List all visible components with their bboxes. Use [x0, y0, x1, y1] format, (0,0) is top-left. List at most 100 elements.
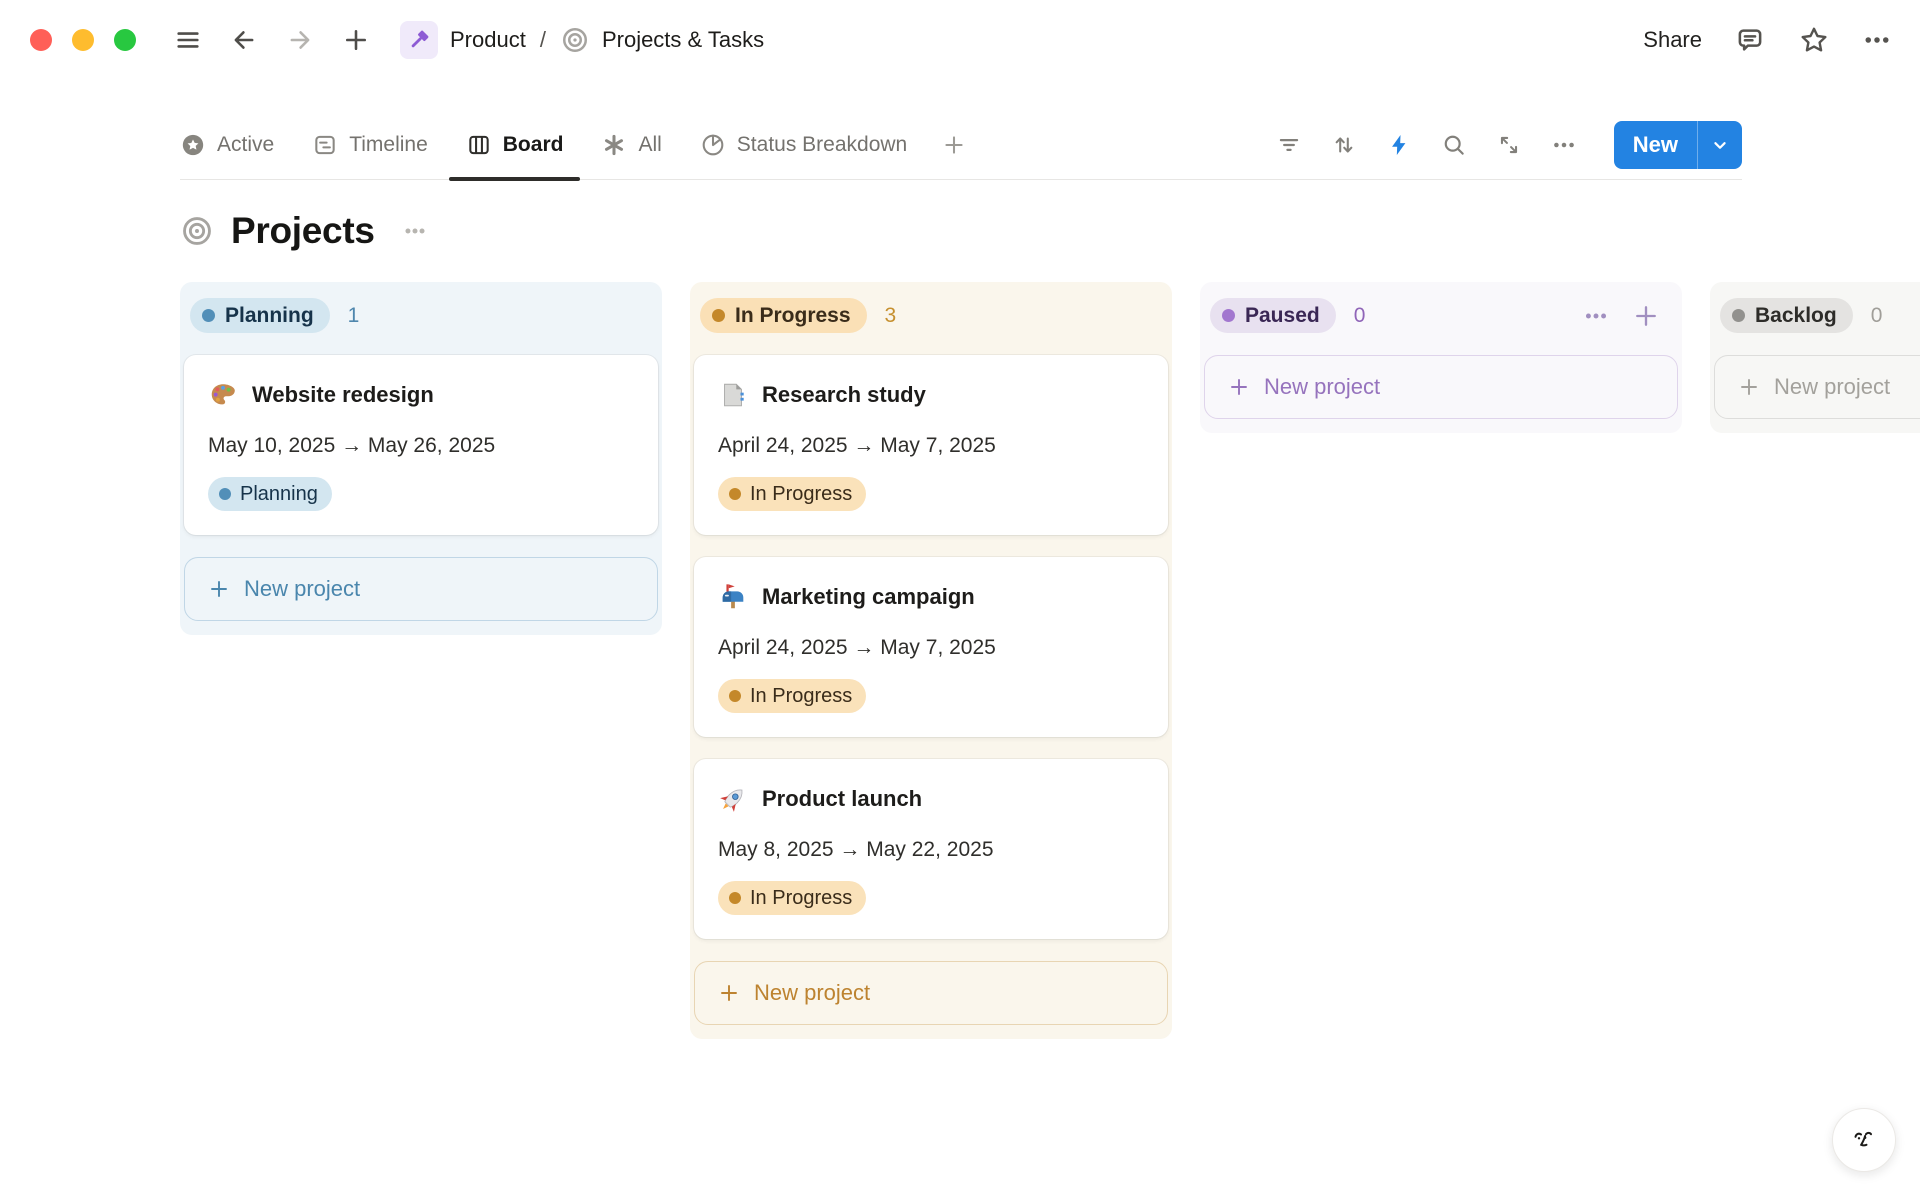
card-status-tag: Planning [208, 477, 332, 511]
column-header: Paused 0 [1210, 298, 1672, 333]
sidebar-menu-icon[interactable] [174, 26, 202, 54]
tab-board[interactable]: Board [466, 110, 564, 179]
column-planning: Planning 1 Website redesign May 10, 2025… [180, 282, 662, 635]
status-pill-backlog[interactable]: Backlog [1720, 298, 1853, 333]
column-name: Backlog [1755, 304, 1837, 328]
favorite-star-icon[interactable] [1798, 24, 1830, 56]
palette-icon [208, 380, 238, 410]
ai-face-icon [1847, 1123, 1881, 1157]
rocket-icon [718, 784, 748, 814]
new-project-button-backlog[interactable]: New project [1714, 355, 1920, 419]
filter-icon[interactable] [1276, 132, 1302, 158]
column-backlog: Backlog 0 New project [1710, 282, 1920, 433]
card-status-tag: In Progress [718, 881, 866, 915]
column-name: Paused [1245, 304, 1320, 328]
more-options-icon[interactable] [1862, 25, 1892, 55]
column-in-progress: In Progress 3 Research study April 24, 2… [690, 282, 1172, 1039]
column-more-icon[interactable] [1582, 302, 1610, 330]
tab-timeline-label: Timeline [349, 133, 428, 157]
project-card-product-launch[interactable]: Product launch May 8, 2025 → May 22, 202… [694, 759, 1168, 939]
column-header: Backlog 0 [1720, 298, 1920, 333]
status-dot [729, 488, 741, 500]
plus-icon [717, 981, 741, 1005]
status-dot [729, 690, 741, 702]
card-status-label: Planning [240, 483, 318, 506]
status-dot [1732, 309, 1745, 322]
status-dot [219, 488, 231, 500]
column-add-icon[interactable] [1632, 302, 1660, 330]
plus-icon [1737, 375, 1761, 399]
card-title: Research study [762, 382, 926, 408]
column-header: Planning 1 [190, 298, 652, 333]
back-icon[interactable] [230, 26, 258, 54]
card-title: Product launch [762, 786, 922, 812]
bookmark-tabs-icon [718, 380, 748, 410]
mailbox-icon [718, 582, 748, 612]
project-card-website-redesign[interactable]: Website redesign May 10, 2025 → May 26, … [184, 355, 658, 535]
notion-ai-face-button[interactable] [1832, 1108, 1896, 1172]
plus-icon [1227, 375, 1251, 399]
chevron-down-icon[interactable] [1698, 121, 1742, 169]
page-title: Projects [231, 210, 375, 252]
tab-active-label: Active [217, 133, 274, 157]
new-project-button-in-progress[interactable]: New project [694, 961, 1168, 1025]
search-icon[interactable] [1441, 132, 1467, 158]
status-pill-planning[interactable]: Planning [190, 298, 330, 333]
zoom-window-button[interactable] [114, 29, 136, 51]
minimize-window-button[interactable] [72, 29, 94, 51]
card-status-tag: In Progress [718, 679, 866, 713]
tab-status-breakdown-label: Status Breakdown [737, 133, 907, 157]
new-project-button-planning[interactable]: New project [184, 557, 658, 621]
window-titlebar: Product / Projects & Tasks Share [0, 0, 1920, 80]
timeline-icon [312, 132, 338, 158]
pie-chart-icon [700, 132, 726, 158]
project-card-research-study[interactable]: Research study April 24, 2025 → May 7, 2… [694, 355, 1168, 535]
breadcrumb-separator: / [538, 27, 548, 53]
view-options-icon[interactable] [1551, 132, 1577, 158]
tab-board-label: Board [503, 133, 564, 157]
expand-icon[interactable] [1496, 132, 1522, 158]
sort-icon[interactable] [1331, 132, 1357, 158]
new-project-button-paused[interactable]: New project [1204, 355, 1678, 419]
status-dot [1222, 309, 1235, 322]
breadcrumb-workspace[interactable]: Product [450, 27, 526, 53]
tab-all-label: All [638, 133, 661, 157]
card-title: Website redesign [252, 382, 434, 408]
status-dot [202, 309, 215, 322]
tab-active[interactable]: Active [180, 110, 274, 179]
workspace-hammer-icon[interactable] [400, 21, 438, 59]
comments-icon[interactable] [1734, 24, 1766, 56]
column-count: 3 [885, 304, 897, 328]
card-title: Marketing campaign [762, 584, 975, 610]
new-tab-plus-icon[interactable] [342, 26, 370, 54]
tab-all[interactable]: All [601, 110, 661, 179]
automations-lightning-icon[interactable] [1386, 132, 1412, 158]
share-button[interactable]: Share [1643, 27, 1702, 53]
star-circle-icon [180, 132, 206, 158]
breadcrumb-page[interactable]: Projects & Tasks [602, 27, 764, 53]
new-button[interactable]: New [1614, 121, 1742, 169]
column-count: 1 [348, 304, 360, 328]
add-view-plus-icon[interactable] [941, 132, 967, 158]
view-tab-bar: Active Timeline Board All Status Breakdo… [180, 110, 1742, 180]
new-project-label: New project [1774, 374, 1890, 400]
forward-icon[interactable] [286, 26, 314, 54]
projects-target-icon [180, 214, 214, 248]
card-status-label: In Progress [750, 685, 852, 708]
new-project-label: New project [754, 980, 870, 1006]
new-button-label[interactable]: New [1614, 121, 1697, 169]
tab-status-breakdown[interactable]: Status Breakdown [700, 110, 907, 179]
traffic-lights [30, 29, 136, 51]
card-status-tag: In Progress [718, 477, 866, 511]
card-date-range: May 8, 2025 → May 22, 2025 [718, 837, 1144, 863]
card-status-label: In Progress [750, 887, 852, 910]
project-card-marketing-campaign[interactable]: Marketing campaign April 24, 2025 → May … [694, 557, 1168, 737]
column-name: Planning [225, 304, 314, 328]
title-more-icon[interactable] [402, 218, 428, 244]
status-pill-in-progress[interactable]: In Progress [700, 298, 867, 333]
status-pill-paused[interactable]: Paused [1210, 298, 1336, 333]
board-view: Planning 1 Website redesign May 10, 2025… [0, 256, 1920, 1039]
column-count: 0 [1354, 304, 1366, 328]
close-window-button[interactable] [30, 29, 52, 51]
tab-timeline[interactable]: Timeline [312, 110, 428, 179]
